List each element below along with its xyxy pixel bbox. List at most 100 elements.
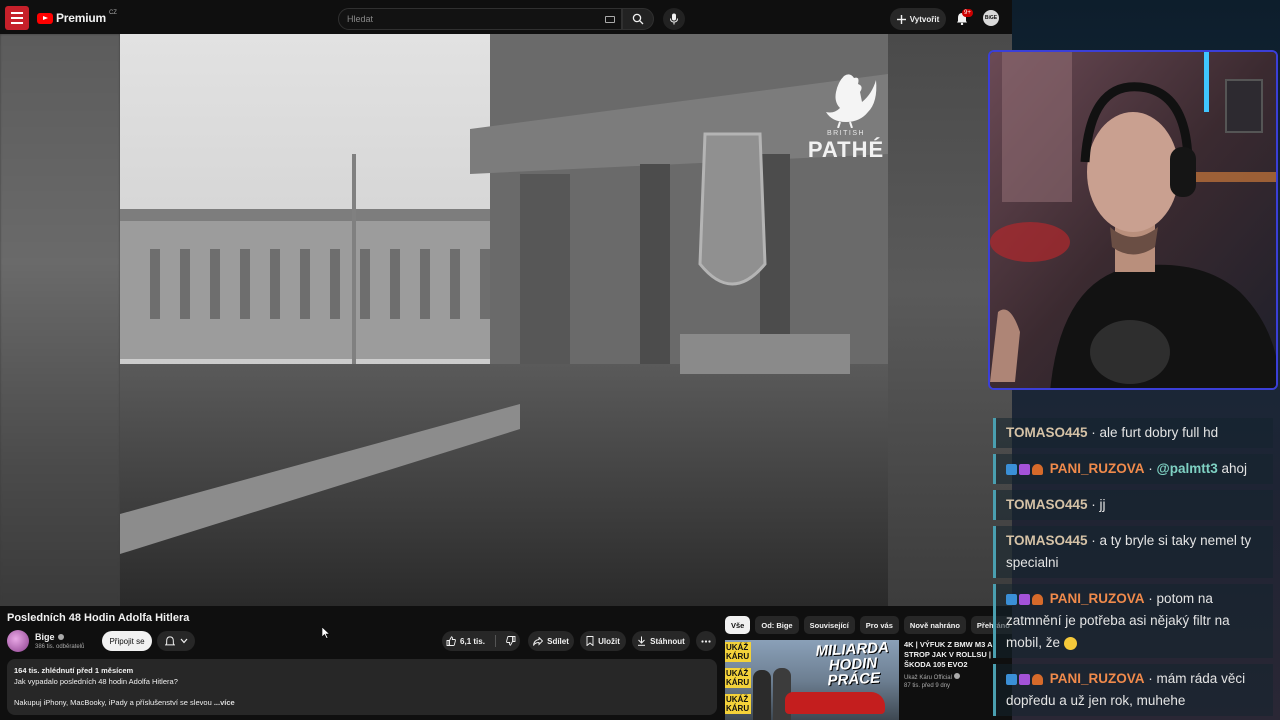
- chat-text: jj: [1099, 497, 1106, 512]
- share-button[interactable]: Sdílet: [528, 631, 574, 651]
- chat-username[interactable]: TOMASO445: [1006, 533, 1088, 548]
- channel-name[interactable]: Bige: [35, 632, 55, 642]
- gift-badge-icon: [1032, 673, 1043, 685]
- account-avatar-label: BiGE: [984, 15, 998, 21]
- subscriber-count: 386 tis. odběratelů: [35, 644, 85, 650]
- watermark-top-text: BRITISH: [826, 130, 866, 137]
- webcam-overlay: [988, 50, 1278, 390]
- chat-separator: ·: [1148, 671, 1157, 686]
- subscriber-badge-icon: [1019, 463, 1030, 475]
- subscriber-badge-icon: [1019, 593, 1030, 605]
- channel-name-row[interactable]: Bige: [35, 632, 64, 642]
- thumbnail-tag: UKÁŽ KÁRU: [725, 642, 751, 662]
- show-more-link[interactable]: ...více: [214, 698, 235, 707]
- ambient-left: [0, 34, 120, 606]
- chat-separator: ·: [1091, 425, 1100, 440]
- verified-check-icon: [953, 673, 960, 679]
- download-icon: [638, 636, 646, 646]
- like-count: 6,1 tis.: [460, 636, 485, 646]
- search-input[interactable]: [347, 14, 587, 24]
- channel-avatar[interactable]: [7, 630, 29, 652]
- share-icon: [533, 636, 544, 646]
- bookmark-icon: [586, 636, 594, 646]
- thumbnail-person: [753, 670, 771, 720]
- screen: Premium CZ Vytvořit 9+ BiGE: [0, 0, 1280, 720]
- save-button[interactable]: Uložit: [580, 631, 626, 651]
- thumbs-up-icon: [446, 636, 456, 646]
- gift-badge-icon: [1032, 463, 1043, 475]
- related-video-title[interactable]: 4K | VÝFUK Z BMW M3 A STROP JAK V ROLLSU…: [904, 640, 1002, 670]
- notification-count-badge: 9+: [962, 9, 973, 17]
- guide-menu-button[interactable]: [5, 6, 29, 30]
- youtube-premium-logo[interactable]: Premium CZ: [37, 10, 117, 25]
- chat-username[interactable]: PANI_RUZOVA: [1050, 461, 1145, 476]
- chat-separator: ·: [1091, 497, 1100, 512]
- chip-all[interactable]: Vše: [725, 616, 751, 634]
- chat-mention[interactable]: @palmtt3: [1157, 461, 1218, 476]
- plus-icon: [896, 14, 906, 24]
- thinking-emoji-icon: [1063, 636, 1077, 650]
- related-filter-chips: Vše Od: Bige Související Pro vás Nově na…: [725, 616, 1012, 634]
- chat-message: PANI_RUZOVA · @palmtt3 ahoj: [993, 454, 1273, 484]
- keyboard-icon[interactable]: [605, 16, 615, 23]
- chat-username[interactable]: TOMASO445: [1006, 425, 1088, 440]
- thumbnail-tag: UKÁŽ KÁRU: [725, 668, 751, 688]
- save-label: Uložit: [598, 636, 620, 646]
- chat-separator: ·: [1148, 461, 1157, 476]
- watermark-bottom-text: PATHÉ: [807, 137, 885, 162]
- search-field[interactable]: [338, 8, 622, 30]
- related-video-info[interactable]: 4K | VÝFUK Z BMW M3 A STROP JAK V ROLLSU…: [904, 640, 1002, 689]
- chip-from-channel[interactable]: Od: Bige: [755, 616, 799, 634]
- more-actions-button[interactable]: [696, 631, 716, 651]
- voice-search-button[interactable]: [663, 8, 685, 30]
- create-label: Vytvořit: [909, 14, 940, 24]
- thumbnail-headline: MILIARDA HODIN PRÁCE: [815, 640, 890, 690]
- more-horizontal-icon: [701, 639, 711, 643]
- video-player[interactable]: BRITISH PATHÉ: [0, 34, 1012, 606]
- related-video-thumbnail[interactable]: UKÁŽ KÁRU UKÁŽ KÁRU UKÁŽ KÁRU MILIARDA H…: [725, 640, 899, 720]
- search-icon: [632, 13, 644, 25]
- join-button[interactable]: Připojit se: [102, 631, 152, 651]
- user-badges: [1006, 463, 1043, 475]
- british-pathe-watermark: BRITISH PATHÉ: [808, 72, 884, 163]
- video-frame[interactable]: [120, 34, 888, 606]
- chip-recently-uploaded[interactable]: Nově nahráno: [903, 616, 966, 634]
- related-channel-row: Ukaž Káru Official: [904, 673, 1002, 681]
- chevron-down-icon: [180, 638, 187, 644]
- chat-message: PANI_RUZOVA · potom na zatmnění je potře…: [993, 584, 1273, 658]
- view-count-date: 164 tis. zhlédnutí před 1 měsícem: [14, 666, 134, 675]
- thumbs-down-icon[interactable]: [506, 636, 516, 646]
- related-channel-name[interactable]: Ukaž Káru Official: [904, 675, 952, 681]
- logo-region: CZ: [108, 10, 117, 16]
- search-button[interactable]: [622, 8, 654, 30]
- gift-badge-icon: [1032, 593, 1043, 605]
- download-button[interactable]: Stáhnout: [632, 631, 690, 651]
- verified-check-icon: [57, 634, 64, 640]
- chat-username[interactable]: TOMASO445: [1006, 497, 1088, 512]
- chat-separator: ·: [1091, 533, 1100, 548]
- chip-related[interactable]: Související: [803, 616, 855, 634]
- subscription-bell-button[interactable]: [157, 631, 195, 651]
- description-box[interactable]: 164 tis. zhlédnutí před 1 měsícem Jak vy…: [7, 659, 717, 715]
- chat-text: ahoj: [1221, 461, 1248, 476]
- chat-message: PANI_RUZOVA · mám ráda věci dopředu a už…: [993, 664, 1273, 716]
- chat-username[interactable]: PANI_RUZOVA: [1050, 591, 1145, 606]
- share-label: Sdílet: [547, 636, 569, 646]
- download-label: Stáhnout: [650, 636, 685, 646]
- prime-badge-icon: [1006, 593, 1017, 605]
- description-summary: Jak vypadalo posledních 48 hodin Adolfa …: [14, 677, 178, 686]
- chat-username[interactable]: PANI_RUZOVA: [1050, 671, 1145, 686]
- description-promo: Nakupuj iPhony, MacBooky, iPady a příslu…: [14, 698, 212, 707]
- like-button[interactable]: 6,1 tis.: [446, 636, 485, 646]
- like-divider: [494, 635, 496, 647]
- chip-for-you[interactable]: Pro vás: [859, 616, 899, 634]
- prime-badge-icon: [1006, 463, 1017, 475]
- chat-message: TOMASO445 · ale furt dobry full hd: [993, 418, 1273, 448]
- logo-text: Premium: [56, 11, 106, 25]
- description-promo-line: Nakupuj iPhony, MacBooky, iPady a příslu…: [14, 697, 710, 708]
- account-avatar[interactable]: BiGE: [983, 10, 999, 26]
- user-badges: [1006, 673, 1043, 685]
- create-button[interactable]: Vytvořit: [890, 8, 946, 30]
- chat-separator: ·: [1148, 591, 1157, 606]
- streamer-webcam-feed: [990, 52, 1276, 388]
